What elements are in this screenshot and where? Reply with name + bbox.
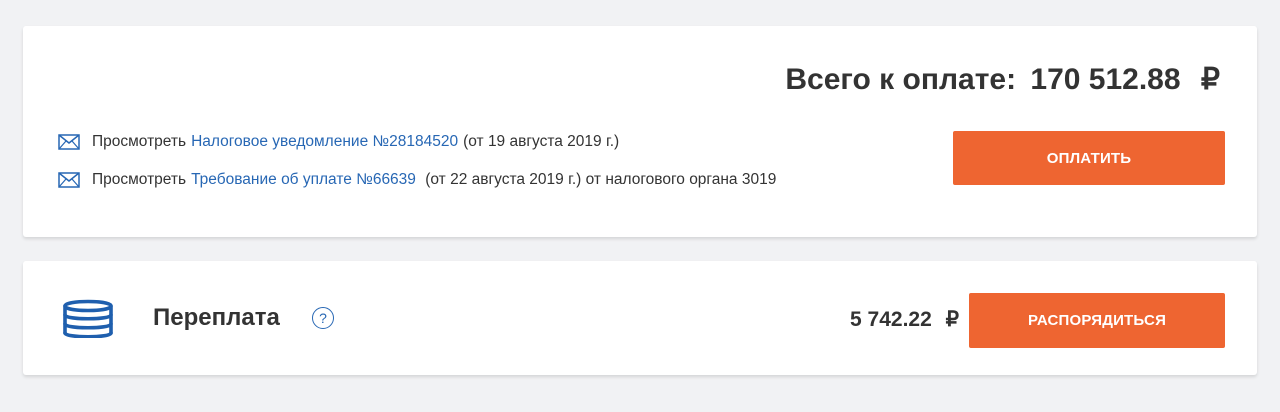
total-to-pay: Всего к оплате: 170 512.88 ₽ [785, 62, 1220, 97]
pay-button[interactable]: Оплатить [953, 131, 1225, 185]
overpayment-amount: 5 742.22 ₽ [850, 307, 959, 332]
payment-card: Всего к оплате: 170 512.88 ₽ Просмотреть… [23, 26, 1257, 237]
coins-stack-icon [63, 299, 113, 338]
manage-button[interactable]: Распорядиться [969, 293, 1225, 348]
tax-notice-link[interactable]: Налоговое уведомление №28184520 [191, 133, 458, 151]
total-currency: ₽ [1200, 63, 1220, 96]
payment-requirement-link[interactable]: Требование об уплате №66639 [191, 171, 416, 189]
document-suffix: (от 22 августа 2019 г.) от налогового ор… [420, 171, 777, 188]
document-prefix: Просмотреть [92, 133, 187, 150]
document-line-requirement: Просмотреть Требование об уплате №66639 … [58, 171, 776, 189]
document-line-notice: Просмотреть Налоговое уведомление №28184… [58, 133, 619, 151]
overpayment-title: Переплата [153, 304, 280, 331]
overpayment-currency: ₽ [945, 308, 959, 331]
document-prefix: Просмотреть [92, 171, 187, 188]
envelope-icon [58, 172, 80, 188]
envelope-icon [58, 134, 80, 150]
total-label: Всего к оплате: [785, 63, 1017, 96]
question-icon[interactable]: ? [312, 307, 334, 329]
overpayment-card: Переплата ? 5 742.22 ₽ Распорядиться [23, 261, 1257, 375]
document-suffix: (от 19 августа 2019 г.) [463, 133, 620, 150]
overpayment-value: 5 742.22 [850, 308, 932, 331]
total-amount: 170 512.88 [1030, 63, 1181, 96]
